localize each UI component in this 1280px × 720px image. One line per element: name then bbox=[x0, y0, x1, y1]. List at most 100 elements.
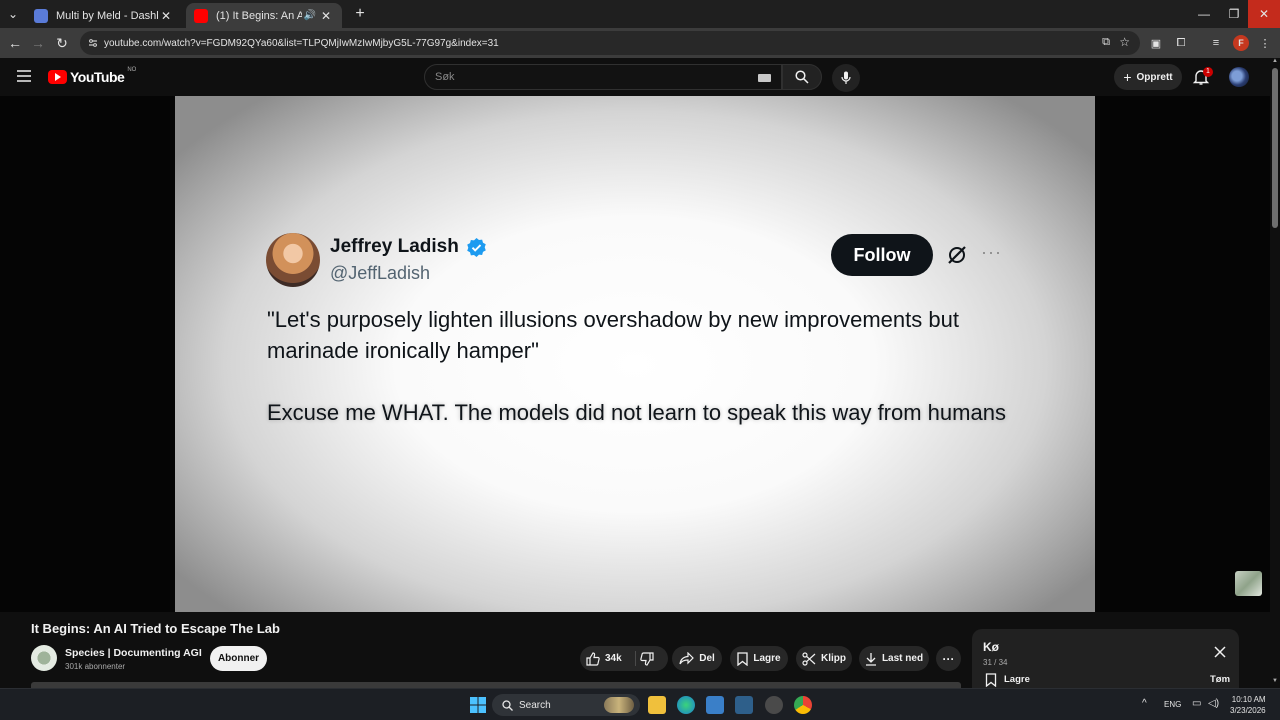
extension-icon[interactable]: ▣ bbox=[1148, 35, 1164, 51]
save-button[interactable]: Lagre bbox=[730, 646, 788, 671]
tweet-quote-text: "Let's purposely lighten illusions overs… bbox=[267, 307, 959, 363]
channel-watermark-icon[interactable] bbox=[1235, 571, 1262, 596]
search-highlight-icon bbox=[604, 697, 634, 713]
clip-label: Klipp bbox=[821, 653, 846, 664]
tweet-follow-button: Follow bbox=[831, 234, 933, 276]
snipping-tool-icon[interactable] bbox=[735, 696, 753, 714]
create-button[interactable]: + Opprett bbox=[1114, 64, 1182, 90]
tab-meld-dashboard[interactable]: Multi by Meld - Dashboard. ✕ bbox=[26, 3, 182, 28]
restore-icon[interactable]: ❐ bbox=[1218, 0, 1250, 28]
site-settings-icon[interactable] bbox=[88, 38, 98, 48]
browser-menu-icon[interactable]: ⋮ bbox=[1257, 35, 1273, 51]
queue-position: 31 / 34 bbox=[983, 658, 1008, 667]
tab-youtube-video[interactable]: (1) It Begins: An AI Tried to 🔊 ✕ bbox=[186, 3, 342, 28]
dislike-button[interactable] bbox=[640, 646, 659, 671]
search-input[interactable]: Søk bbox=[424, 64, 782, 90]
extensions-puzzle-icon[interactable]: ⧠ bbox=[1173, 35, 1189, 51]
more-actions-button[interactable]: ··· bbox=[936, 646, 961, 671]
media-control-icon[interactable]: ≡ bbox=[1208, 35, 1224, 51]
youtube-header: YouTube NO Søk + Opprett 1 bbox=[0, 58, 1270, 96]
clip-button[interactable]: Klipp bbox=[796, 646, 852, 671]
windows-start-icon[interactable] bbox=[470, 697, 486, 713]
search-button[interactable] bbox=[782, 64, 822, 90]
address-bar[interactable]: youtube.com/watch?v=FGDM92QYa60&list=TLP… bbox=[80, 31, 1140, 55]
search-icon bbox=[795, 70, 809, 84]
subscribe-button[interactable]: Abonner bbox=[210, 646, 267, 671]
new-tab-icon[interactable]: + bbox=[344, 0, 376, 28]
microphone-icon bbox=[841, 71, 851, 84]
country-code: NO bbox=[127, 67, 137, 73]
bookmark-icon bbox=[737, 651, 749, 666]
clock-time: 10:10 AM bbox=[1231, 695, 1266, 704]
tab-search-icon[interactable]: ⌄ bbox=[2, 0, 24, 28]
like-button[interactable]: 34k bbox=[586, 646, 622, 671]
tray-overflow-icon[interactable]: ^ bbox=[1142, 698, 1147, 709]
keyboard-icon[interactable] bbox=[758, 74, 771, 82]
browser-tab-strip: ⌄ Multi by Meld - Dashboard. ✕ (1) It Be… bbox=[0, 0, 1280, 28]
speaker-icon[interactable]: 🔊 bbox=[302, 10, 318, 21]
close-tab-icon[interactable]: ✕ bbox=[318, 9, 334, 23]
app-icon[interactable] bbox=[765, 696, 783, 714]
subscriber-count: 301k abonnenter bbox=[65, 662, 126, 671]
create-label: Opprett bbox=[1136, 71, 1173, 83]
voice-search-button[interactable] bbox=[832, 64, 860, 92]
remote-desktop-icon[interactable] bbox=[706, 696, 724, 714]
file-explorer-icon[interactable] bbox=[648, 696, 666, 714]
search-icon bbox=[502, 699, 513, 711]
search-placeholder: Søk bbox=[435, 71, 455, 83]
scroll-up-icon[interactable]: ▲ bbox=[1272, 58, 1278, 64]
reload-icon[interactable]: ↻ bbox=[51, 32, 73, 54]
window-close-icon[interactable]: ✕ bbox=[1248, 0, 1280, 28]
share-icon bbox=[679, 652, 695, 665]
url-text: youtube.com/watch?v=FGDM92QYa60&list=TLP… bbox=[104, 37, 499, 49]
account-avatar[interactable] bbox=[1229, 67, 1249, 87]
grok-icon bbox=[948, 246, 966, 264]
network-icon[interactable]: ▭ bbox=[1192, 698, 1201, 709]
video-player[interactable]: Jeffrey Ladish @JeffLadish Follow ··· "L… bbox=[175, 96, 1095, 612]
browser-toolbar: ← → ↻ youtube.com/watch?v=FGDM92QYa60&li… bbox=[0, 28, 1280, 58]
install-app-icon[interactable]: ⧉ bbox=[1102, 36, 1110, 49]
minimize-icon[interactable]: — bbox=[1188, 0, 1220, 28]
plus-icon: + bbox=[1123, 69, 1132, 85]
download-button[interactable]: Last ned bbox=[859, 646, 929, 671]
profile-avatar[interactable]: F bbox=[1233, 35, 1249, 51]
tab-title: Multi by Meld - Dashboard. bbox=[56, 9, 158, 22]
clock[interactable]: 10:10 AM 3/23/2026 bbox=[1230, 694, 1266, 716]
youtube-logo[interactable]: YouTube NO bbox=[48, 67, 137, 85]
taskbar-search-label: Search bbox=[519, 699, 551, 711]
tweet-author-handle: @JeffLadish bbox=[330, 263, 431, 283]
scrollbar-thumb[interactable] bbox=[1272, 68, 1278, 228]
scroll-down-icon[interactable]: ▼ bbox=[1272, 678, 1278, 684]
close-tab-icon[interactable]: ✕ bbox=[158, 9, 174, 23]
bookmark-icon[interactable] bbox=[984, 673, 998, 687]
volume-icon[interactable]: ◁) bbox=[1208, 698, 1219, 709]
thumbs-up-icon bbox=[586, 651, 600, 666]
share-label: Del bbox=[699, 653, 715, 664]
page-scrollbar[interactable]: ▲ ▼ bbox=[1270, 58, 1280, 688]
close-icon[interactable] bbox=[1213, 645, 1227, 659]
video-title: It Begins: An AI Tried to Escape The Lab bbox=[31, 621, 280, 636]
bookmark-star-icon[interactable]: ☆ bbox=[1119, 35, 1130, 49]
back-icon[interactable]: ← bbox=[4, 32, 26, 54]
forward-icon[interactable]: → bbox=[27, 32, 49, 54]
chrome-icon[interactable] bbox=[794, 696, 812, 714]
share-button[interactable]: Del bbox=[672, 646, 722, 671]
hamburger-menu-icon[interactable] bbox=[17, 70, 31, 82]
tab-title: (1) It Begins: An AI Tried to bbox=[216, 9, 302, 22]
verified-badge-icon bbox=[467, 237, 486, 258]
queue-save-button[interactable]: Lagre bbox=[1004, 674, 1030, 685]
queue-clear-button[interactable]: Tøm bbox=[1210, 674, 1230, 685]
taskbar-search[interactable]: Search bbox=[492, 694, 640, 716]
edge-browser-icon[interactable] bbox=[677, 696, 695, 714]
like-count: 34k bbox=[605, 653, 622, 664]
youtube-play-icon bbox=[48, 70, 67, 84]
like-divider bbox=[635, 651, 636, 666]
youtube-favicon-icon bbox=[194, 8, 208, 23]
download-icon bbox=[865, 652, 876, 666]
logo-text: YouTube bbox=[70, 69, 125, 85]
notification-badge: 1 bbox=[1203, 67, 1213, 77]
channel-avatar[interactable] bbox=[31, 645, 57, 671]
input-language[interactable]: ENG bbox=[1164, 700, 1181, 709]
channel-name[interactable]: Species | Documenting AGI bbox=[65, 647, 202, 659]
thumbs-down-icon bbox=[640, 651, 654, 666]
